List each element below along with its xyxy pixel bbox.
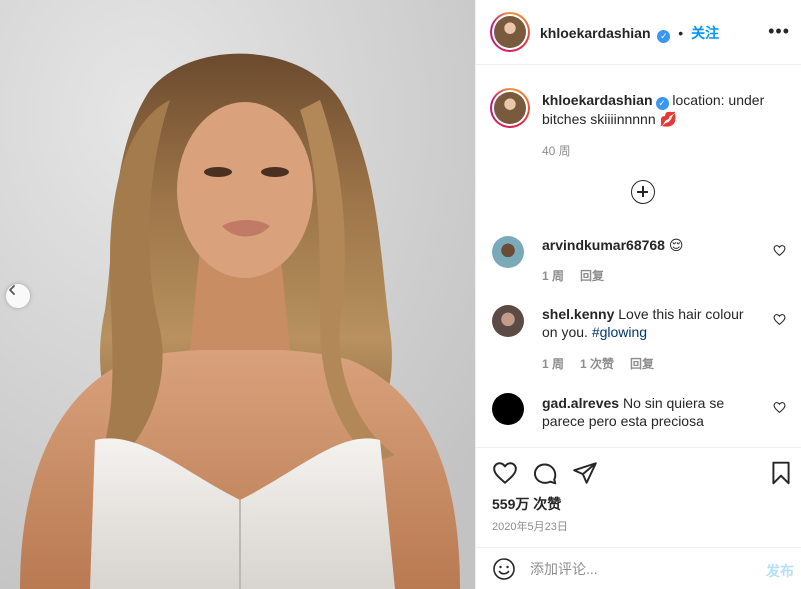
header-username[interactable]: khloekardashian xyxy=(540,25,651,41)
comment-username[interactable]: gad.alreves xyxy=(542,395,619,411)
comment-meta: 1 周 回复 xyxy=(542,267,620,284)
comment-text: 😌 xyxy=(668,237,684,253)
comment-username[interactable]: shel.kenny xyxy=(542,306,614,322)
comment-hashtag-link[interactable]: #glowing xyxy=(592,324,647,340)
smiley-icon[interactable] xyxy=(492,557,516,581)
comment-like-heart-icon[interactable] xyxy=(773,313,786,326)
likes-count[interactable]: 559万 次赞 xyxy=(492,494,561,514)
paper-plane-icon[interactable] xyxy=(572,460,598,486)
commenter-avatar[interactable] xyxy=(492,305,524,337)
post-date[interactable]: 2020年5月23日 xyxy=(492,518,568,534)
comment-reply-button[interactable]: 回复 xyxy=(630,357,654,371)
commenter-avatar[interactable] xyxy=(492,236,524,268)
comment-time[interactable]: 1 周 xyxy=(542,269,564,283)
comment-icon[interactable] xyxy=(532,460,558,486)
post-comment-button[interactable]: 发布 xyxy=(766,561,794,581)
caption-username[interactable]: khloekardashian xyxy=(542,92,653,108)
comment-like-heart-icon[interactable] xyxy=(773,401,786,414)
caption-avatar[interactable] xyxy=(490,88,530,128)
post-photo[interactable] xyxy=(0,0,475,589)
verified-badge-icon: ✓ xyxy=(655,97,669,110)
header-user-line: khloekardashian ✓ • 关注 xyxy=(540,23,719,43)
post-side-panel: khloekardashian ✓ • 关注 ••• khloekardashi… xyxy=(475,0,801,589)
load-more-comments-button[interactable] xyxy=(631,180,655,204)
comment-meta: 1 周 1 次赞 回复 xyxy=(542,355,670,372)
bookmark-icon[interactable] xyxy=(768,460,794,486)
post-photo-illustration xyxy=(0,0,475,589)
header-separator: • xyxy=(678,25,684,41)
comment-body: shel.kenny Love this hair colour on you.… xyxy=(542,305,762,341)
comment-body: gad.alreves No sin quiera se parece pero… xyxy=(542,394,762,430)
heart-icon[interactable] xyxy=(492,460,518,486)
post-header: khloekardashian ✓ • 关注 ••• xyxy=(476,0,801,65)
add-comment-bar: 发布 xyxy=(476,547,801,589)
comment-body: arvindkumar68768 😌 xyxy=(542,236,762,254)
verified-badge-icon: ✓ xyxy=(657,30,671,43)
comment-input[interactable] xyxy=(530,558,750,580)
comment-time[interactable]: 1 周 xyxy=(542,357,564,371)
commenter-avatar[interactable] xyxy=(492,393,524,425)
caption-time[interactable]: 40 周 xyxy=(542,142,571,159)
comment-reply-button[interactable]: 回复 xyxy=(580,269,604,283)
comment-like-heart-icon[interactable] xyxy=(773,244,786,257)
caption-text-block: khloekardashian ✓ location: under bitches… xyxy=(542,91,782,128)
more-options-icon[interactable]: ••• xyxy=(768,22,790,40)
follow-button[interactable]: 关注 xyxy=(691,25,719,41)
chevron-left-icon xyxy=(9,285,15,295)
comment-likes-count[interactable]: 1 次赞 xyxy=(580,357,614,371)
previous-photo-button[interactable] xyxy=(6,284,30,308)
comment-username[interactable]: arvindkumar68768 xyxy=(542,237,665,253)
author-avatar[interactable] xyxy=(490,12,530,52)
post-actions-bar: 559万 次赞 2020年5月23日 xyxy=(476,447,801,547)
